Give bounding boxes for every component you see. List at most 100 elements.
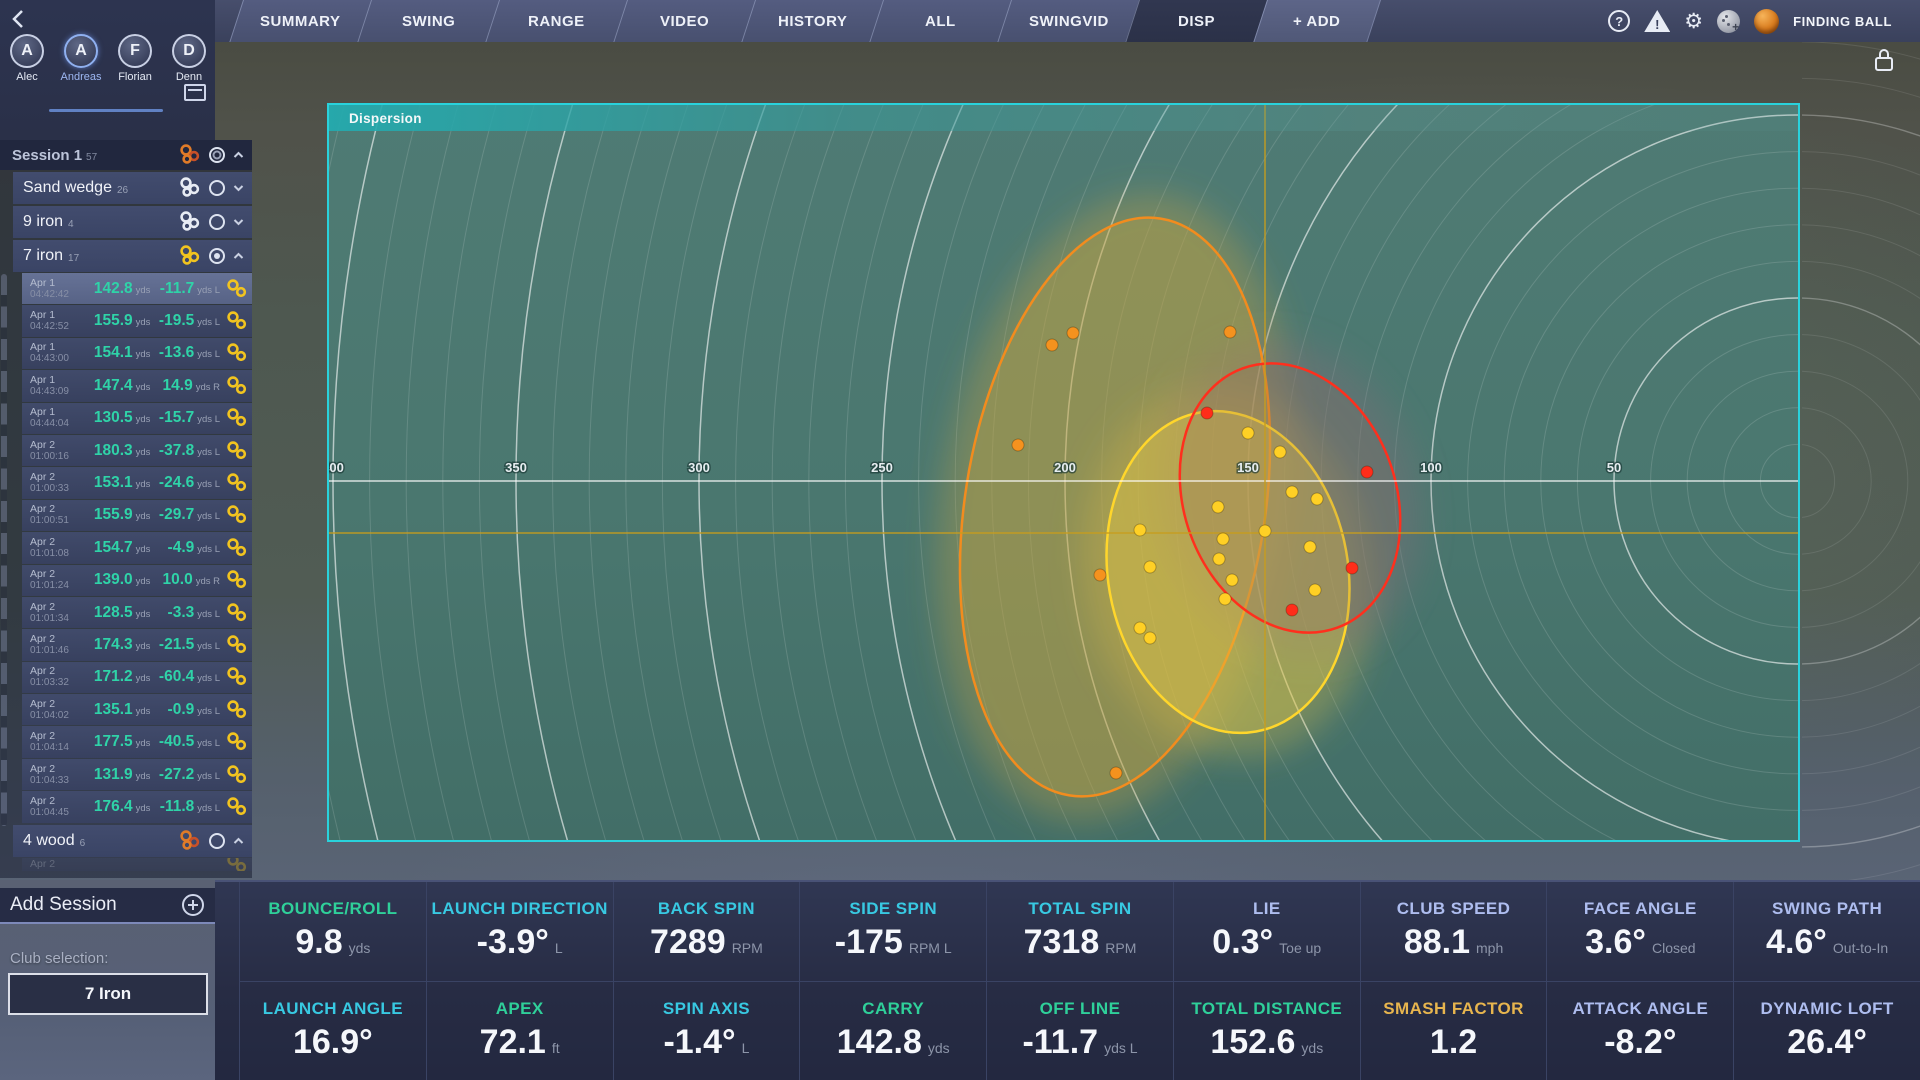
club-chevron-icon[interactable]: [233, 218, 244, 226]
shot-dot[interactable]: [1201, 407, 1213, 419]
plus-icon: [181, 893, 205, 917]
shot-dot[interactable]: [1094, 569, 1106, 581]
shot-row[interactable]: Apr 201:04:14177.5yds-40.5yds L: [22, 726, 252, 757]
stat-dynamic-loft: DYNAMIC LOFT26.4°: [1733, 981, 1920, 1080]
shot-dot[interactable]: [1217, 533, 1229, 545]
shot-offline-value: -11.8: [160, 798, 194, 816]
shot-row[interactable]: Apr 201:04:02135.1yds-0.9yds L: [22, 694, 252, 725]
player-andreas[interactable]: AAndreas: [58, 34, 104, 83]
shot-row[interactable]: Apr 201:01:34128.5yds-3.3yds L: [22, 597, 252, 628]
shot-row[interactable]: Apr 201:00:51155.9yds-29.7yds L: [22, 500, 252, 531]
stat-label: BOUNCE/ROLL: [268, 899, 397, 919]
shot-offline-value: -60.4: [159, 668, 194, 686]
club-row-7-iron[interactable]: 7 iron17: [13, 240, 252, 272]
club-chevron-icon[interactable]: [233, 837, 244, 845]
shot-list-scrollbar[interactable]: [1, 274, 7, 826]
shot-row[interactable]: Apr 201:03:32171.2yds-60.4yds L: [22, 662, 252, 693]
club-radio-icon[interactable]: [207, 246, 227, 266]
shot-dot[interactable]: [1134, 622, 1146, 634]
stat-spin-axis: SPIN AXIS-1.4°L: [613, 981, 800, 1080]
shot-dot[interactable]: [1067, 327, 1079, 339]
shot-dot[interactable]: [1219, 593, 1231, 605]
tab-summary[interactable]: SUMMARY: [229, 0, 371, 42]
shot-dot[interactable]: [1274, 446, 1286, 458]
shot-row[interactable]: Apr 104:42:42142.8yds-11.7yds L: [22, 273, 252, 304]
lock-icon[interactable]: [1872, 46, 1896, 74]
shot-carry-value: 147.4: [94, 377, 133, 395]
shot-dot[interactable]: [1304, 541, 1316, 553]
club-row-sand-wedge[interactable]: Sand wedge26: [13, 172, 252, 204]
shot-row[interactable]: Apr 104:42:52155.9yds-19.5yds L: [22, 305, 252, 336]
add-session-button[interactable]: Add Session: [0, 888, 215, 922]
shot-offline-unit: yds L: [197, 285, 220, 296]
shot-dot[interactable]: [1213, 553, 1225, 565]
shot-time-label: 01:00:51: [30, 515, 76, 526]
shot-dot[interactable]: [1212, 501, 1224, 513]
tab-swing[interactable]: SWING: [357, 0, 499, 42]
player-bar: AAlecAAndreasFFlorianDDenn: [0, 0, 215, 140]
player-alec[interactable]: AAlec: [4, 34, 50, 83]
tab-history[interactable]: HISTORY: [741, 0, 883, 42]
tab-swingvid[interactable]: SWINGVID: [997, 0, 1139, 42]
session-target-icon[interactable]: [207, 145, 227, 165]
tab-label: VIDEO: [660, 13, 709, 30]
session-header[interactable]: Session 1 57: [0, 140, 252, 170]
club-row-4-wood[interactable]: 4 wood6: [13, 825, 252, 857]
shot-row[interactable]: Apr 201:00:16180.3yds-37.8yds L: [22, 435, 252, 466]
shot-row[interactable]: Apr 201:00:33153.1yds-24.6yds L: [22, 467, 252, 498]
shot-dot[interactable]: [1144, 632, 1156, 644]
tab-all[interactable]: ALL: [869, 0, 1011, 42]
shot-row[interactable]: Apr 201:04:45176.4yds-11.8yds L: [22, 791, 252, 822]
shot-dot[interactable]: [1346, 562, 1358, 574]
outer-ring: [1802, 225, 1920, 737]
help-icon[interactable]: ?: [1608, 10, 1630, 32]
shot-dot[interactable]: [1144, 561, 1156, 573]
player-scrollbar[interactable]: [49, 109, 163, 112]
shot-date-label: Apr 2: [30, 859, 76, 870]
shot-row[interactable]: Apr 201:01:08154.7yds-4.9yds L: [22, 532, 252, 563]
session-collapse-icon[interactable]: [233, 151, 244, 159]
shot-dot[interactable]: [1311, 493, 1323, 505]
shot-dot[interactable]: [1046, 339, 1058, 351]
club-radio-icon[interactable]: [207, 178, 227, 198]
club-row-9-iron[interactable]: 9 iron4: [13, 206, 252, 238]
shot-dot[interactable]: [1012, 439, 1024, 451]
shot-row[interactable]: Apr 104:43:00154.1yds-13.6yds L: [22, 338, 252, 369]
club-selection-dropdown[interactable]: 7 Iron: [8, 973, 208, 1015]
ring-label: 400: [329, 460, 344, 475]
shot-dot[interactable]: [1286, 486, 1298, 498]
back-button[interactable]: [6, 6, 32, 32]
shot-dot[interactable]: [1286, 604, 1298, 616]
player-florian[interactable]: FFlorian: [112, 34, 158, 83]
tab-range[interactable]: RANGE: [485, 0, 627, 42]
add-tab-button[interactable]: + ADD: [1253, 0, 1381, 42]
club-chevron-icon[interactable]: [233, 184, 244, 192]
tab-disp[interactable]: DISP: [1125, 0, 1267, 42]
shot-row[interactable]: Apr 201:04:33131.9yds-27.2yds L: [22, 759, 252, 790]
shot-row[interactable]: Apr 201:01:46174.3yds-21.5yds L: [22, 629, 252, 660]
warning-icon[interactable]: !: [1644, 10, 1670, 32]
stat-carry: CARRY142.8yds: [799, 981, 986, 1080]
shot-row[interactable]: Apr 104:44:04130.5yds-15.7yds L: [22, 403, 252, 434]
shot-dot[interactable]: [1242, 427, 1254, 439]
shot-dot[interactable]: [1224, 326, 1236, 338]
shot-dot[interactable]: [1259, 525, 1271, 537]
shot-dot[interactable]: [1361, 466, 1373, 478]
session-card-icon[interactable]: [184, 84, 206, 101]
stat-label: SWING PATH: [1772, 899, 1882, 919]
tab-video[interactable]: VIDEO: [613, 0, 755, 42]
shot-dot[interactable]: [1226, 574, 1238, 586]
shot-dot[interactable]: [1309, 584, 1321, 596]
player-denn[interactable]: DDenn: [166, 34, 212, 83]
ball-detect-icon[interactable]: +: [1717, 10, 1740, 33]
shot-row[interactable]: Apr 201:01:24139.0yds10.0yds R: [22, 565, 252, 596]
club-radio-icon[interactable]: [207, 212, 227, 232]
shot-row[interactable]: Apr 2: [22, 858, 252, 871]
club-chevron-icon[interactable]: [233, 252, 244, 260]
shot-dot[interactable]: [1110, 767, 1122, 779]
shot-date: Apr 201:00:51: [30, 504, 76, 526]
shot-row[interactable]: Apr 104:43:09147.4yds14.9yds R: [22, 370, 252, 401]
shot-dot[interactable]: [1134, 524, 1146, 536]
settings-gear-icon[interactable]: ⚙: [1684, 11, 1703, 32]
club-radio-icon[interactable]: [207, 831, 227, 851]
